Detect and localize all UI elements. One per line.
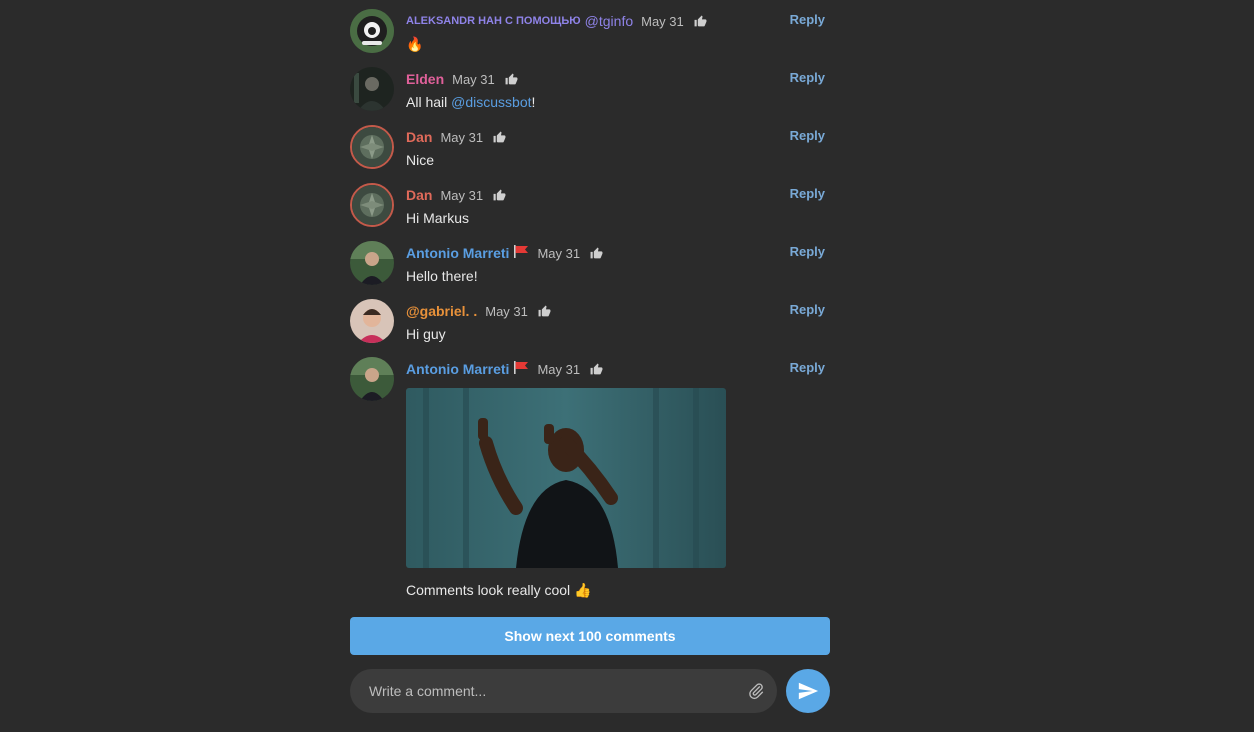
avatar[interactable]: [350, 67, 394, 111]
reply-button[interactable]: Reply: [790, 12, 825, 27]
avatar[interactable]: [350, 357, 394, 401]
reply-button[interactable]: Reply: [790, 244, 825, 259]
red-flag-icon: [513, 245, 529, 261]
comment-text: 🔥: [406, 36, 424, 52]
like-button[interactable]: [505, 73, 518, 86]
comment-text: Comments look really cool 👍: [406, 582, 592, 598]
thumbs-up-icon: [590, 247, 603, 258]
comment-text: Hi Markus: [406, 210, 470, 226]
person-avatar-icon: [350, 241, 394, 285]
red-flag-icon: [513, 361, 529, 377]
comment-date: May 31: [485, 303, 528, 319]
like-button[interactable]: [590, 247, 603, 260]
reply-button[interactable]: Reply: [790, 302, 825, 317]
comment-date: May 31: [440, 129, 484, 145]
comment-input[interactable]: [367, 682, 737, 700]
plant-avatar-icon: [352, 185, 392, 225]
comment-date: May 31: [452, 71, 495, 87]
thumbs-up-icon: [493, 131, 506, 142]
like-button[interactable]: [493, 189, 506, 202]
comment-date: May 31: [537, 245, 581, 261]
comment-text-after: !: [531, 94, 536, 110]
person-avatar-icon: [350, 299, 394, 343]
comment-text: Hi guy: [406, 326, 446, 342]
avatar[interactable]: [350, 125, 394, 169]
comments-panel: ALEKSANDR НАН С ПОМОЩЬЮ @tginfo May 31 R…: [350, 0, 830, 713]
comment-item: Elden May 31 Reply All hail @discussbot!: [350, 58, 830, 116]
comment-author[interactable]: Dan: [406, 187, 432, 203]
comment-item: Dan May 31 Reply Nice: [350, 116, 830, 174]
owl-logo-avatar-icon: [350, 9, 394, 53]
avatar[interactable]: [350, 9, 394, 53]
send-button[interactable]: [786, 669, 830, 713]
reply-button[interactable]: Reply: [790, 186, 825, 201]
like-button[interactable]: [694, 15, 707, 28]
comment-date: May 31: [440, 187, 484, 203]
reply-button[interactable]: Reply: [790, 70, 825, 85]
thumbs-up-icon: [694, 15, 707, 26]
comment-author[interactable]: Elden: [406, 71, 444, 87]
paperclip-icon[interactable]: [747, 681, 765, 706]
comment-text: Nice: [406, 152, 435, 168]
like-button[interactable]: [590, 363, 603, 376]
plant-avatar-icon: [352, 127, 392, 167]
show-more-button[interactable]: Show next 100 comments: [350, 617, 830, 655]
thumbs-up-icon: [505, 73, 518, 84]
comment-text-before: All hail: [406, 94, 452, 110]
reply-button[interactable]: Reply: [790, 360, 825, 375]
reply-button[interactable]: Reply: [790, 128, 825, 143]
comment-author[interactable]: Antonio Marreti: [406, 245, 509, 261]
comment-item: Antonio Marreti May 31 Reply Comments lo…: [350, 348, 830, 608]
mention-link[interactable]: @discussbot: [451, 94, 531, 110]
person-avatar-icon: [350, 357, 394, 401]
comment-author[interactable]: Antonio Marreti: [406, 361, 509, 377]
comment-item: ALEKSANDR НАН С ПОМОЩЬЮ @tginfo May 31 R…: [350, 0, 830, 58]
comment-text: Hello there!: [406, 268, 478, 284]
thumbs-up-icon: [538, 305, 551, 316]
comment-date: May 31: [641, 13, 684, 29]
comment-author[interactable]: ALEKSANDR НАН С ПОМОЩЬЮ: [406, 15, 581, 27]
send-icon: [798, 682, 819, 700]
comment-text: All hail @discussbot!: [406, 94, 830, 110]
avatar[interactable]: [350, 241, 394, 285]
like-button[interactable]: [493, 131, 506, 144]
thumbs-up-icon: [590, 363, 603, 374]
like-button[interactable]: [538, 305, 551, 318]
comment-item: Antonio Marreti May 31 Reply Hello there…: [350, 232, 830, 290]
comment-author[interactable]: Dan: [406, 129, 432, 145]
avatar[interactable]: [350, 183, 394, 227]
comment-composer: [350, 669, 777, 713]
comment-item: @gabriel. . May 31 Reply Hi guy: [350, 290, 830, 348]
person-avatar-icon: [350, 67, 394, 111]
thumbs-up-icon: [493, 189, 506, 200]
thumbs-up-gif[interactable]: [406, 388, 726, 568]
comment-author[interactable]: @gabriel. .: [406, 303, 477, 319]
avatar[interactable]: [350, 299, 394, 343]
author-mention-link[interactable]: @tginfo: [585, 13, 633, 29]
comment-date: May 31: [537, 361, 581, 377]
comment-item: Dan May 31 Reply Hi Markus: [350, 174, 830, 232]
